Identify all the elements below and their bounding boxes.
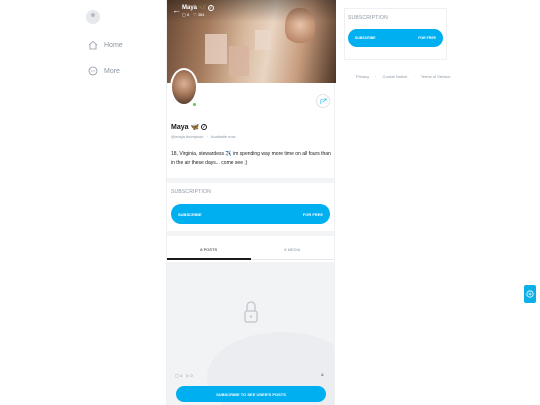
verified-icon: ✓ (201, 124, 208, 130)
nav-item-more[interactable]: More (88, 66, 120, 76)
nav-item-home[interactable]: Home (88, 40, 123, 50)
terms-link[interactable]: Terms of Service (421, 74, 451, 79)
locked-stats: ▢ 4 ▷ 0 (175, 373, 193, 378)
help-button[interactable] (524, 285, 536, 303)
locked-photos-stat: ▢ 4 (175, 373, 183, 378)
lock-icon (244, 301, 258, 323)
help-icon (526, 290, 534, 298)
nav-home-label: Home (104, 41, 123, 49)
profile-handle[interactable]: @maya.thompson (171, 134, 204, 139)
footer-separator: · (413, 74, 415, 79)
header-stats: ▢ 8 ♡ 384 (182, 12, 205, 17)
profile-meta: @maya.thompson · Available now (171, 134, 235, 139)
sidebar-price-label: FOR FREE (418, 36, 436, 40)
censor-block (229, 46, 249, 76)
profile-avatar[interactable] (170, 68, 198, 106)
small-lock-icon: 🔒︎ (321, 372, 324, 378)
cookie-notice-link[interactable]: Cookie Notice (382, 74, 407, 79)
censor-block (205, 34, 227, 64)
subscription-label: SUBSCRIPTION (171, 189, 211, 195)
content-tabs: 8 POSTS 8 MEDIA (167, 240, 334, 260)
more-icon (88, 66, 98, 76)
profile-bio: 18, Virginia, stewardess ✈️ im spending … (171, 151, 331, 166)
share-icon (320, 98, 326, 104)
locked-content-area (167, 262, 334, 405)
online-indicator (192, 102, 197, 107)
likes-stat: ♡ 384 (193, 12, 205, 17)
subscribe-label: SUBSCRIBE (178, 211, 202, 217)
sidebar-subscription-label: SUBSCRIPTION (348, 15, 388, 21)
page: Home More ← Maya 🦋 ✓ ▢ 8 ♡ 384 Maya 🦋 ✓ … (0, 0, 540, 405)
footer-separator: · (375, 74, 377, 79)
user-avatar-placeholder[interactable] (86, 10, 100, 24)
section-divider (167, 178, 334, 183)
locked-videos-stat: ▷ 0 (186, 373, 193, 378)
privacy-link[interactable]: Privacy (356, 74, 369, 79)
meta-separator: · (206, 134, 208, 139)
nav-more-label: More (104, 67, 120, 75)
tab-posts[interactable]: 8 POSTS (167, 240, 251, 260)
back-arrow-icon[interactable]: ← (172, 6, 181, 15)
home-icon (88, 40, 98, 50)
cover-header: ← Maya 🦋 ✓ ▢ 8 ♡ 384 (167, 0, 336, 22)
price-label: FOR FREE (302, 211, 323, 217)
sidebar-subscribe-button[interactable]: SUBSCRIBE FOR FREE (348, 29, 443, 47)
tab-media[interactable]: 8 MEDIA (250, 240, 334, 260)
sidebar-subscribe-label: SUBSCRIBE (355, 36, 376, 40)
availability-status: Available now (210, 134, 236, 139)
subscribe-to-see-posts-button[interactable]: SUBSCRIBE TO SEE USER'S POSTS (176, 386, 326, 402)
header-name: Maya 🦋 ✓ (182, 5, 214, 11)
section-divider (167, 231, 334, 236)
footer-links: Privacy · Cookie Notice · Terms of Servi… (356, 74, 451, 79)
verified-icon: ✓ (207, 5, 214, 11)
subscribe-button[interactable]: SUBSCRIBE FOR FREE (171, 204, 330, 224)
share-button[interactable] (316, 94, 330, 108)
profile-name: Maya 🦋 ✓ (171, 124, 208, 131)
photos-stat: ▢ 8 (182, 12, 190, 17)
censor-block (255, 30, 271, 50)
